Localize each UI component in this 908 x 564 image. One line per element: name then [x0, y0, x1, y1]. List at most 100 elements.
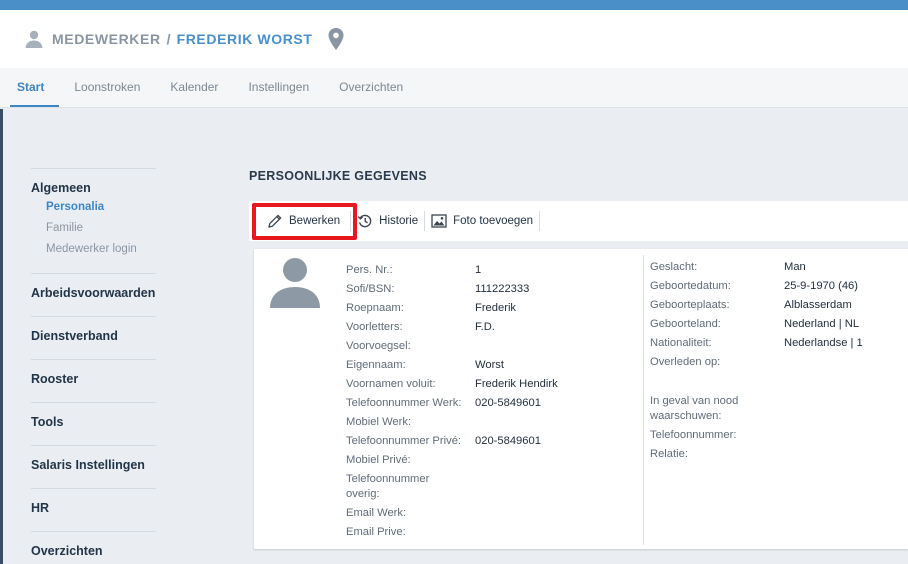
- field-label: Voorletters:: [346, 321, 403, 333]
- add-photo-button[interactable]: Foto toevoegen: [425, 211, 539, 231]
- field-row: Eigennaam: Worst: [346, 356, 558, 375]
- field-row: Voornamen voluit: Frederik Hendirk: [346, 375, 558, 394]
- field-row: In geval van nood waarschuwen:: [650, 392, 863, 426]
- sidebar-divider: [31, 488, 156, 489]
- field-row: Mobiel Privé:: [346, 451, 558, 470]
- field-label: Roepnaam:: [346, 302, 404, 314]
- field-label: In geval van nood waarschuwen:: [650, 395, 739, 422]
- tab-start[interactable]: Start: [10, 68, 60, 107]
- tab-kalender[interactable]: Kalender: [155, 68, 233, 107]
- sidebar-group-hr[interactable]: HR: [31, 501, 156, 515]
- left-edge-bar: [0, 109, 3, 564]
- field-label: Geboortedatum:: [650, 280, 731, 292]
- history-button-label: Historie: [379, 215, 419, 227]
- personal-fields-right: Geslacht: Man Geboortedatum: 25-9-1970 (…: [650, 258, 863, 464]
- field-row: Geboortedatum: 25-9-1970 (46): [650, 277, 863, 296]
- field-row: Pers. Nr.: 1: [346, 261, 558, 280]
- field-value: 020-5849601: [475, 435, 541, 447]
- field-row: Roepnaam: Frederik: [346, 299, 558, 318]
- field-row: Telefoonnummer Privé: 020-5849601: [346, 432, 558, 451]
- toolbar-separator: [539, 211, 541, 231]
- top-accent-bar: [0, 0, 908, 10]
- field-label: Relatie:: [650, 448, 688, 460]
- action-toolbar: Bewerken Historie Foto toevoegen: [249, 201, 908, 241]
- sidebar-divider: [31, 531, 156, 532]
- edit-button[interactable]: Bewerken: [261, 211, 346, 231]
- breadcrumb-root[interactable]: MEDEWERKER: [52, 31, 161, 47]
- edit-button-label: Bewerken: [289, 215, 341, 227]
- tab-overzichten[interactable]: Overzichten: [324, 68, 418, 107]
- tab-loonstroken[interactable]: Loonstroken: [59, 68, 155, 107]
- sidebar-group-arbeidsvoorwaarden[interactable]: Arbeidsvoorwaarden: [31, 286, 156, 300]
- field-value: 020-5849601: [475, 397, 541, 409]
- field-value: 25-9-1970 (46): [784, 280, 859, 292]
- field-value: 111222333: [475, 283, 530, 295]
- field-row: Voorvoegsel:: [346, 337, 558, 356]
- user-icon: [25, 30, 43, 48]
- field-label: Telefoonnummer overig:: [346, 473, 430, 500]
- field-row: Geboorteland: Nederland | NL: [650, 315, 863, 334]
- main-tabs: Start Loonstroken Kalender Instellingen …: [0, 68, 908, 108]
- sidebar-group-algemeen[interactable]: Algemeen: [31, 181, 156, 195]
- field-value: Alblasserdam: [784, 299, 852, 311]
- field-row: Relatie:: [650, 445, 863, 464]
- field-row: Nationaliteit: Nederlandse | 1: [650, 334, 863, 353]
- field-value: Worst: [475, 359, 505, 371]
- history-button[interactable]: Historie: [351, 211, 424, 231]
- field-row: Email Werk:: [346, 504, 558, 523]
- field-value: Nederlandse | 1: [784, 337, 863, 349]
- field-row: Telefoonnummer overig:: [346, 470, 558, 504]
- sidebar-group-rooster[interactable]: Rooster: [31, 372, 156, 386]
- avatar: [270, 258, 320, 308]
- field-label: Voornamen voluit:: [346, 378, 436, 390]
- map-pin-icon[interactable]: [327, 27, 345, 51]
- field-label: Telefoonnummer Privé:: [346, 435, 462, 447]
- field-label: Geslacht:: [650, 261, 698, 273]
- field-value: Man: [784, 261, 806, 273]
- field-value: Frederik Hendirk: [475, 378, 558, 390]
- section-title: PERSOONLIJKE GEGEVENS: [249, 169, 427, 183]
- add-photo-button-label: Foto toevoegen: [453, 215, 534, 227]
- field-row: Telefoonnummer Werk: 020-5849601: [346, 394, 558, 413]
- field-label: Sofi/BSN:: [346, 283, 395, 295]
- field-label: Geboorteplaats:: [650, 299, 730, 311]
- sidebar-group-salaris-instellingen[interactable]: Salaris Instellingen: [31, 458, 156, 472]
- field-value: Frederik: [475, 302, 517, 314]
- sidebar-divider: [31, 359, 156, 360]
- breadcrumb-separator: /: [166, 31, 171, 47]
- history-icon: [357, 214, 372, 228]
- sidebar: Algemeen Personalia Familie Medewerker l…: [31, 168, 156, 558]
- field-label: Voorvoegsel:: [346, 340, 411, 352]
- field-label: Mobiel Werk:: [346, 416, 412, 428]
- personal-fields-left: Pers. Nr.: 1 Sofi/BSN: 111222333 Roepnaa…: [346, 261, 558, 542]
- field-label: Eigennaam:: [346, 359, 406, 371]
- sidebar-group-dienstverband[interactable]: Dienstverband: [31, 329, 156, 343]
- page-header: MEDEWERKER / FREDERIK WORST: [0, 10, 908, 68]
- pencil-icon: [268, 214, 282, 228]
- field-label: Email Werk:: [346, 507, 407, 519]
- field-row: Telefoonnummer:: [650, 426, 863, 445]
- field-row: Voorletters: F.D.: [346, 318, 558, 337]
- field-label: Email Prive:: [346, 526, 406, 538]
- field-row: Email Prive:: [346, 523, 558, 542]
- field-value: F.D.: [475, 321, 495, 333]
- field-label: Nationaliteit:: [650, 337, 712, 349]
- field-row: Overleden op:: [650, 353, 863, 372]
- tab-instellingen[interactable]: Instellingen: [233, 68, 324, 107]
- sidebar-group-tools[interactable]: Tools: [31, 415, 156, 429]
- field-label: Telefoonnummer:: [650, 429, 737, 441]
- sidebar-item-familie[interactable]: Familie: [31, 222, 156, 234]
- field-row: Geslacht: Man: [650, 258, 863, 277]
- field-label: Geboorteland:: [650, 318, 721, 330]
- sidebar-divider: [31, 168, 156, 169]
- sidebar-item-personalia[interactable]: Personalia: [31, 201, 156, 213]
- sidebar-divider: [31, 316, 156, 317]
- sidebar-item-medewerker-login[interactable]: Medewerker login: [31, 243, 156, 255]
- field-row: Geboorteplaats: Alblasserdam: [650, 296, 863, 315]
- field-row: Sofi/BSN: 111222333: [346, 280, 558, 299]
- column-divider: [643, 255, 644, 545]
- field-value: 1: [475, 264, 482, 276]
- sidebar-divider: [31, 445, 156, 446]
- sidebar-group-overzichten[interactable]: Overzichten: [31, 544, 156, 558]
- field-label: Telefoonnummer Werk:: [346, 397, 462, 409]
